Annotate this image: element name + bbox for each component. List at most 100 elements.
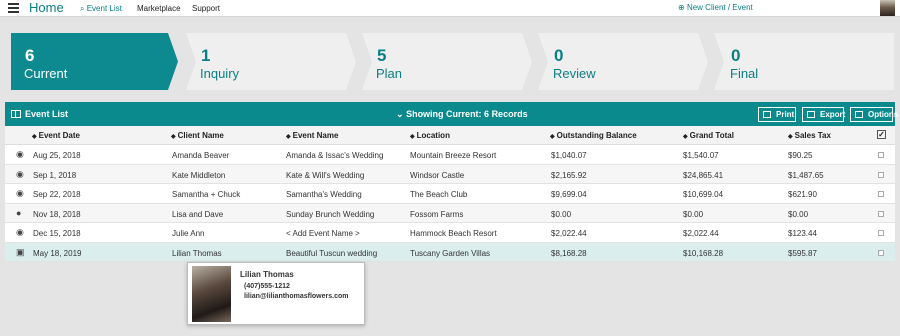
eye-icon[interactable]: ◉ (16, 169, 24, 180)
cell-sales-tax: $0.00 (788, 209, 809, 219)
cell-outstanding-balance: $2,022.44 (551, 229, 587, 238)
event-list-toolbar: Event List ⌄ Showing Current: 6 Records … (5, 102, 898, 126)
cell-client-name[interactable]: Samantha + Chuck (172, 190, 240, 199)
client-popover: Lilian Thomas (407)555-1212 lilian@lilia… (187, 262, 365, 325)
stage-count: 6 (25, 46, 35, 65)
money-icon[interactable]: ▣ (16, 247, 25, 258)
table-row[interactable]: ◉ Sep 1, 2018 Kate Middleton Kate & Will… (5, 164, 895, 184)
showing-records-dropdown[interactable]: ⌄ Showing Current: 6 Records (396, 109, 528, 120)
nav-marketplace[interactable]: Marketplace (137, 4, 181, 13)
column-label: Sales Tax (794, 131, 831, 140)
cell-outstanding-balance: $2,165.92 (551, 170, 587, 180)
sort-icon: ◆ (788, 134, 793, 140)
top-nav-bar: Home ⌕ Event List Marketplace Support ⊕ … (0, 0, 900, 17)
cell-event-date: Aug 25, 2018 (33, 151, 81, 160)
menu-icon[interactable] (8, 3, 19, 13)
stage-review[interactable]: 0 Review (538, 33, 708, 90)
app-title[interactable]: Home (29, 0, 64, 16)
chevron-down-icon: ⌄ (396, 109, 404, 119)
cell-event-name[interactable]: Samantha's Wedding (286, 190, 362, 199)
cell-location: Mountain Breeze Resort (410, 151, 497, 160)
table-row[interactable]: ● Nov 18, 2018 Lisa and Dave Sunday Brun… (5, 203, 895, 223)
column-label: Client Name (177, 131, 224, 140)
sort-icon: ◆ (550, 134, 555, 140)
row-checkbox[interactable] (878, 230, 884, 236)
row-checkbox[interactable] (878, 249, 884, 256)
cell-client-name[interactable]: Amanda Beaver (172, 151, 229, 160)
client-photo (192, 266, 231, 322)
popover-email[interactable]: lilian@lilianthomasflowers.com (244, 293, 348, 300)
stage-final[interactable]: 0 Final (714, 33, 894, 90)
cell-sales-tax: $123.44 (788, 229, 817, 238)
sort-icon: ◆ (683, 134, 688, 140)
cell-event-date: Dec 15, 2018 (33, 229, 81, 238)
cell-grand-total: $0.00 (683, 209, 704, 219)
eye-icon[interactable]: ◉ (16, 188, 24, 199)
cell-client-name[interactable]: Lilian Thomas (172, 249, 222, 258)
cell-event-name[interactable]: Sunday Brunch Wedding (286, 210, 374, 219)
popover-phone[interactable]: (407)555-1212 (244, 283, 290, 290)
cell-outstanding-balance: $0.00 (551, 209, 572, 219)
cell-event-name[interactable]: Kate & Will's Wedding (286, 171, 364, 180)
select-all-checkbox[interactable]: ✓ (877, 130, 886, 139)
table-row[interactable]: ▣ May 18, 2019 Lilian Thomas Beautiful T… (5, 242, 895, 262)
nav-event-list-label: Event List (86, 4, 122, 13)
cell-client-name[interactable]: Kate Middleton (172, 171, 225, 180)
print-button[interactable]: Print (758, 107, 796, 122)
download-icon (807, 111, 815, 118)
map-icon (11, 110, 21, 118)
new-client-event-label: New Client / Event (686, 3, 753, 12)
cell-location: Hammock Beach Resort (410, 229, 497, 238)
stage-label: Plan (376, 66, 403, 81)
avatar[interactable] (880, 0, 895, 16)
cell-sales-tax: $90.25 (788, 151, 813, 160)
cell-grand-total: $1,540.07 (683, 151, 719, 160)
table-row[interactable]: ◉ Sep 22, 2018 Samantha + Chuck Samantha… (5, 184, 895, 204)
column-sales-tax[interactable]: ◆ Sales Tax (788, 131, 831, 140)
column-outstanding-balance[interactable]: ◆ Outstanding Balance (550, 131, 637, 140)
stage-inquiry[interactable]: 1 Inquiry (186, 33, 356, 90)
cell-sales-tax: $621.90 (788, 190, 817, 199)
column-location[interactable]: ◆ Location (410, 131, 450, 140)
eye-icon[interactable]: ◉ (16, 149, 24, 160)
stage-plan[interactable]: 5 Plan (362, 33, 532, 90)
column-grand-total[interactable]: ◆ Grand Total (683, 131, 734, 140)
column-label: Event Name (292, 131, 339, 140)
sort-icon: ◆ (32, 134, 37, 140)
column-event-name[interactable]: ◆ Event Name (286, 131, 338, 140)
column-label: Location (416, 131, 450, 140)
export-button[interactable]: Export (802, 107, 845, 122)
row-checkbox[interactable] (878, 171, 884, 178)
options-label: Options (868, 110, 899, 119)
options-button[interactable]: Options (850, 107, 898, 122)
cell-sales-tax: $595.87 (788, 248, 817, 258)
chat-icon[interactable]: ● (16, 208, 21, 218)
stage-current[interactable]: 6 Current (11, 33, 178, 90)
new-client-event-button[interactable]: ⊕ New Client / Event (678, 3, 753, 13)
cell-event-date: Sep 1, 2018 (33, 170, 77, 180)
print-icon (763, 111, 771, 118)
nav-event-list[interactable]: ⌕ Event List (80, 4, 122, 13)
cell-event-name[interactable]: < Add Event Name > (286, 229, 360, 238)
print-label: Print (776, 110, 795, 119)
cell-location: Fossom Farms (410, 209, 464, 219)
table-row[interactable]: ◉ Dec 15, 2018 Julie Ann < Add Event Nam… (5, 223, 895, 243)
column-event-date[interactable]: ◆ Event Date (32, 131, 80, 140)
cell-location: Tuscany Garden Villas (410, 248, 491, 258)
eye-icon[interactable]: ◉ (16, 227, 24, 238)
row-checkbox[interactable] (878, 191, 884, 197)
cell-event-name[interactable]: Amanda & Issac's Wedding (286, 151, 383, 160)
add-user-icon: ⊕ (678, 3, 685, 12)
sort-icon: ◆ (410, 134, 415, 140)
column-client-name[interactable]: ◆ Client Name (171, 131, 224, 140)
cell-client-name[interactable]: Julie Ann (172, 229, 204, 238)
cell-client-name[interactable]: Lisa and Dave (172, 210, 223, 219)
stage-count: 1 (201, 46, 211, 65)
nav-support[interactable]: Support (192, 4, 220, 13)
row-checkbox[interactable] (878, 210, 884, 217)
stage-count: 0 (554, 46, 564, 65)
cell-event-name[interactable]: Beautiful Tuscun wedding (286, 249, 377, 258)
stage-label: Current (24, 66, 68, 81)
row-checkbox[interactable] (878, 152, 884, 158)
table-row[interactable]: ◉ Aug 25, 2018 Amanda Beaver Amanda & Is… (5, 145, 895, 165)
